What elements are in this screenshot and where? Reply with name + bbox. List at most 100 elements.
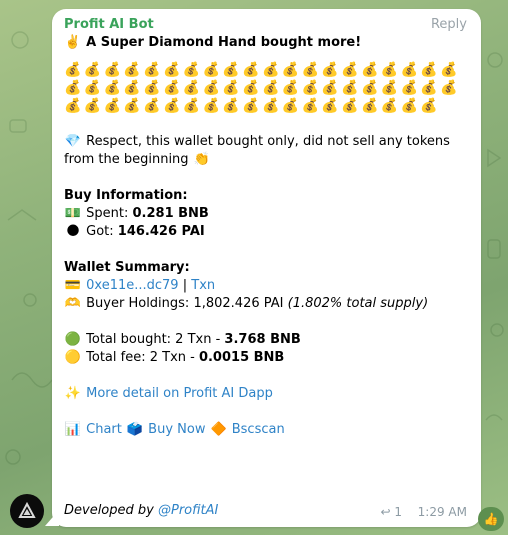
headline: ✌️ A Super Diamond Hand bought more!: [64, 34, 472, 52]
spent-value: 0.281 BNB: [132, 206, 209, 221]
sender-name[interactable]: Profit AI Bot: [64, 17, 154, 32]
money-bag-icon: 💰: [360, 62, 379, 78]
money-bag-icon: 💰: [83, 80, 102, 96]
money-bag-icon: 💰: [281, 80, 300, 96]
money-bag-icon: 💰: [222, 62, 240, 78]
spent-label: Spent:: [86, 206, 129, 221]
got-line: 🌑 Got: 146.426 PAI: [64, 223, 472, 241]
money-bag-icon: 💰: [301, 62, 319, 78]
money-bag-icon: 💰: [64, 80, 82, 96]
money-bag-icon: 💰: [103, 80, 122, 96]
bot-avatar[interactable]: [10, 494, 44, 528]
total-fee-label: Total fee: 2 Txn -: [86, 350, 199, 365]
money-bag-icon: 💰: [222, 80, 240, 96]
developed-by-label: Developed by: [64, 503, 158, 518]
sparkles-icon: ✨: [64, 386, 82, 401]
reply-button[interactable]: Reply: [431, 17, 467, 32]
money-bag-icon: 💰: [103, 98, 122, 114]
money-bag-icon: 💰: [182, 80, 201, 96]
chart-link[interactable]: Chart: [86, 422, 122, 437]
spent-line: 💵 Spent: 0.281 BNB: [64, 205, 472, 223]
money-bag-icon: 💰: [162, 80, 181, 96]
developer-handle-link[interactable]: @ProfitAI: [158, 503, 218, 518]
money-bag-icon: 💰: [222, 98, 240, 114]
more-detail-line: ✨ More detail on Profit AI Dapp: [64, 385, 472, 403]
yellow-circle-icon: 🟡: [64, 350, 82, 365]
money-bag-icon: 💰: [321, 98, 339, 114]
money-bag-icon: 💰: [261, 80, 280, 96]
more-detail-link[interactable]: More detail on Profit AI Dapp: [86, 386, 273, 401]
money-bag-icon: 💰: [261, 62, 280, 78]
buy-now-link[interactable]: Buy Now: [148, 422, 205, 437]
money-bag-icon: 💰: [123, 98, 141, 114]
money-bag-icon: 💰: [400, 98, 418, 114]
buy-info-title: Buy Information:: [64, 188, 188, 203]
money-bag-icon: 💰: [202, 80, 221, 96]
wallet-summary-title: Wallet Summary:: [64, 260, 190, 275]
respect-text: Respect, this wallet bought only, did no…: [64, 134, 450, 167]
money-bag-icon: 💰: [341, 62, 359, 78]
holdings-note: (1.802% total supply): [287, 296, 429, 311]
total-bought-value: 3.768 BNB: [224, 332, 301, 347]
money-bag-icon: 💰: [321, 62, 339, 78]
reply-arrow-icon[interactable]: ↩: [380, 505, 390, 519]
got-value: 146.426 PAI: [117, 224, 205, 239]
heart-hands-icon: 🫶: [64, 296, 82, 311]
money-bag-icon: 💰: [202, 98, 221, 114]
holdings-label: Buyer Holdings: 1,802.426 PAI: [86, 296, 284, 311]
green-circle-icon: 🟢: [64, 332, 82, 347]
money-bag-icon: 💰: [341, 98, 359, 114]
money-bag-icon: 💰: [400, 80, 418, 96]
money-bag-icon: 💰: [281, 98, 300, 114]
money-bag-icon: 💰: [182, 62, 201, 78]
footer-line: Developed by @ProfitAI: [64, 503, 218, 518]
money-bag-icon: 💰: [202, 62, 221, 78]
profit-ai-logo-icon: [18, 501, 36, 518]
money-bag-icon: 💰: [440, 62, 458, 78]
money-bag-icon: 💰: [182, 98, 201, 114]
moon-icon: 🌑: [66, 224, 80, 239]
reaction-badge[interactable]: 👍: [478, 507, 504, 531]
money-bag-icon: 💰: [380, 80, 399, 96]
message-body: ✌️ A Super Diamond Hand bought more! 💰 💰 💰…: [64, 34, 472, 439]
money-bags-row: 💰 💰 💰 💰 💰 💰 💰 💰 💰 💰 💰 💰 💰 💰 💰 💰 💰 💰 💰 💰 💰 💰 💰 💰 💰 💰 💰 💰 💰 💰 💰 💰 💰 💰 💰 💰 💰 💰 💰 💰…: [64, 61, 464, 115]
money-bag-icon: 💰: [103, 62, 122, 78]
money-bag-icon: 💰: [242, 80, 260, 96]
money-bag-icon: 💰: [420, 80, 438, 96]
money-bag-icon: 💰: [143, 98, 161, 114]
links-line: 📊 Chart 🗳️ Buy Now 🔶 Bscscan: [64, 421, 472, 439]
bscscan-link[interactable]: Bscscan: [232, 422, 285, 437]
message-time: 1:29 AM: [417, 505, 467, 519]
headline-text: A Super Diamond Hand bought more!: [86, 35, 362, 50]
card-icon: 💳: [64, 278, 82, 293]
orange-diamond-icon: 🔶: [210, 422, 227, 437]
message-bubble[interactable]: Profit AI Bot Reply ✌️ A Super Diamond H…: [52, 9, 481, 527]
money-bag-icon: 💰: [83, 62, 102, 78]
money-bag-icon: 💰: [162, 62, 181, 78]
money-bag-icon: 💰: [440, 80, 458, 96]
money-bag-icon: 💰: [143, 80, 161, 96]
money-bag-icon: 💰: [360, 80, 379, 96]
respect-line: 💎 Respect, this wallet bought only, did …: [64, 133, 472, 169]
total-bought-label: Total bought: 2 Txn -: [86, 332, 225, 347]
chart-icon: 📊: [64, 422, 82, 437]
reply-count[interactable]: 1: [394, 505, 402, 519]
total-bought-line: 🟢 Total bought: 2 Txn - 3.768 BNB: [64, 331, 472, 349]
money-bag-icon: 💰: [301, 80, 319, 96]
wallet-address-link[interactable]: 0xe11e...dc79: [86, 278, 178, 293]
money-bag-icon: 💰: [420, 62, 438, 78]
money-bag-icon: 💰: [242, 62, 260, 78]
separator: |: [182, 278, 188, 293]
money-bag-icon: 💰: [83, 98, 102, 114]
txn-link[interactable]: Txn: [191, 278, 215, 293]
money-bag-icon: 💰: [341, 80, 359, 96]
money-bag-icon: 💰: [261, 98, 280, 114]
money-bag-icon: 💰: [420, 98, 438, 114]
wallet-line: 💳 0xe11e...dc79 | Txn: [64, 277, 472, 295]
money-bag-icon: 💰: [242, 98, 260, 114]
got-label: Got:: [86, 224, 114, 239]
money-bag-icon: 💰: [123, 62, 141, 78]
money-bag-icon: 💰: [123, 80, 141, 96]
money-bag-icon: 💰: [380, 98, 399, 114]
money-bag-icon: 💰: [380, 62, 399, 78]
